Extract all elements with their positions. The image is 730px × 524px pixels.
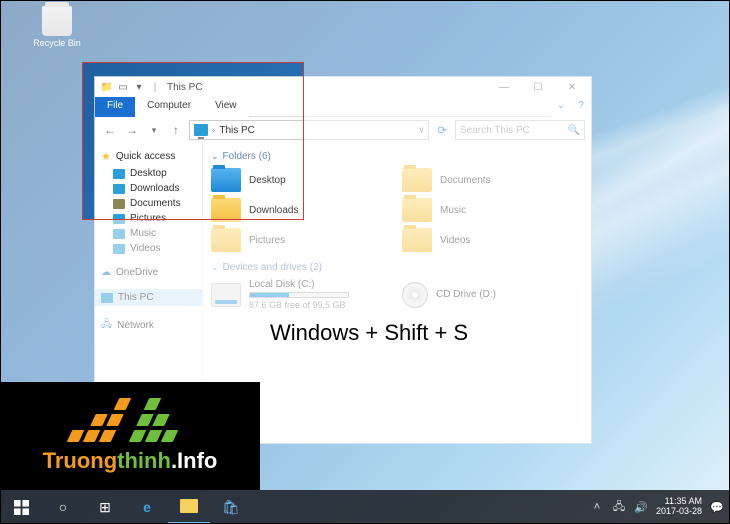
forward-button[interactable]: → xyxy=(123,121,141,139)
title-sep: | xyxy=(149,81,161,93)
drive-local-c[interactable]: Local Disk (C:) 87.6 GB free of 99.5 GB xyxy=(211,279,392,310)
sidebar-item-music[interactable]: Music xyxy=(95,226,202,241)
shortcut-caption: Windows + Shift + S xyxy=(270,320,468,346)
edge-button[interactable]: e xyxy=(126,490,168,524)
titlebar[interactable]: 📁 ▭ ▾ | This PC — ☐ ✕ xyxy=(95,77,591,97)
sidebar-thispc[interactable]: This PC xyxy=(95,289,202,306)
qat-dropdown-icon[interactable]: ▾ xyxy=(133,81,145,93)
watermark-logo: Truongthinh.Info xyxy=(0,382,260,490)
address-bar-row: ← → ▾ ↑ › This PC ˅ ⟳ Search This PC 🔍 xyxy=(95,117,591,143)
search-icon: 🔍 xyxy=(568,125,580,136)
network-icon: 🖧 xyxy=(101,317,112,334)
taskbar-clock[interactable]: 11:35 AM 2017-03-28 xyxy=(656,497,702,517)
start-button[interactable] xyxy=(0,490,42,524)
sidebar-network[interactable]: 🖧Network xyxy=(95,314,202,337)
address-dropdown-icon[interactable]: ˅ xyxy=(419,125,424,135)
desktop-icon xyxy=(113,169,125,179)
cd-icon xyxy=(402,282,428,308)
maximize-button[interactable]: ☐ xyxy=(521,77,555,97)
cloud-icon: ☁ xyxy=(101,267,111,278)
folder-documents[interactable]: Documents xyxy=(402,168,583,192)
pc-icon xyxy=(101,293,113,303)
folder-music[interactable]: Music xyxy=(402,198,583,222)
help-icon[interactable]: ? xyxy=(571,97,591,117)
folder-icon xyxy=(402,198,432,222)
pictures-icon xyxy=(113,214,125,224)
refresh-button[interactable]: ⟳ xyxy=(433,124,451,137)
star-icon: ★ xyxy=(101,150,111,163)
drive-icon xyxy=(211,283,241,307)
up-button[interactable]: ↑ xyxy=(167,121,185,139)
sidebar-item-pictures[interactable]: Pictures xyxy=(95,211,202,226)
ribbon-tabs: File Computer View ⌄ ? xyxy=(95,97,591,117)
tray-chevron-icon[interactable]: ˄ xyxy=(590,500,604,514)
tray-network-icon[interactable]: 🖧 xyxy=(612,500,626,514)
recycle-bin[interactable]: Recycle Bin xyxy=(32,6,82,48)
content-pane: ⌄ Folders (6) Desktop Documents Download… xyxy=(203,143,591,443)
folder-videos[interactable]: Videos xyxy=(402,228,583,252)
folder-icon xyxy=(211,228,241,252)
task-view-button[interactable]: ⊞ xyxy=(84,490,126,524)
system-tray: ˄ 🖧 🔊 11:35 AM 2017-03-28 💬 xyxy=(590,497,730,517)
sidebar-onedrive[interactable]: ☁OneDrive xyxy=(95,264,202,281)
tab-file[interactable]: File xyxy=(95,97,135,117)
sidebar-item-videos[interactable]: Videos xyxy=(95,241,202,256)
desktop: Recycle Bin 📁 ▭ ▾ | This PC — ☐ ✕ File C… xyxy=(0,0,730,524)
store-button[interactable]: 🛍 xyxy=(210,490,252,524)
chevron-down-icon: ⌄ xyxy=(211,262,219,273)
folder-icon xyxy=(211,198,241,222)
folder-icon xyxy=(180,499,198,513)
music-icon xyxy=(113,229,125,239)
window-title: This PC xyxy=(167,82,203,93)
videos-icon xyxy=(113,244,125,254)
back-button[interactable]: ← xyxy=(101,121,119,139)
address-text: This PC xyxy=(219,125,255,136)
downloads-icon xyxy=(113,184,125,194)
search-box[interactable]: Search This PC 🔍 xyxy=(455,120,585,140)
properties-icon[interactable]: ▭ xyxy=(117,81,129,93)
drives-section-header[interactable]: ⌄ Devices and drives (2) xyxy=(211,262,583,273)
drive-cd-d[interactable]: CD Drive (D:) xyxy=(402,279,583,310)
address-bar[interactable]: › This PC ˅ xyxy=(189,120,429,140)
history-dropdown[interactable]: ▾ xyxy=(145,121,163,139)
folder-downloads[interactable]: Downloads xyxy=(211,198,392,222)
recycle-bin-icon xyxy=(42,6,72,36)
folder-icon xyxy=(402,168,432,192)
recycle-bin-label: Recycle Bin xyxy=(32,38,82,48)
action-center-icon[interactable]: 💬 xyxy=(710,500,724,514)
documents-icon xyxy=(113,199,125,209)
logo-dots-green xyxy=(129,398,194,442)
logo-text: Truongthinh.Info xyxy=(43,448,218,474)
sidebar-item-documents[interactable]: Documents xyxy=(95,196,202,211)
tray-volume-icon[interactable]: 🔊 xyxy=(634,500,648,514)
tab-view[interactable]: View xyxy=(203,97,249,117)
sidebar-quick-access[interactable]: ★ Quick access xyxy=(95,147,202,166)
folder-icon xyxy=(211,168,241,192)
logo-dots-orange xyxy=(67,398,132,442)
close-button[interactable]: ✕ xyxy=(555,77,589,97)
folders-section-header[interactable]: ⌄ Folders (6) xyxy=(211,151,583,162)
ribbon-expand-icon[interactable]: ⌄ xyxy=(551,97,571,117)
folder-icon: 📁 xyxy=(101,81,113,93)
minimize-button[interactable]: — xyxy=(487,77,521,97)
folder-pictures[interactable]: Pictures xyxy=(211,228,392,252)
drive-space-bar xyxy=(249,292,349,298)
sidebar-item-downloads[interactable]: Downloads xyxy=(95,181,202,196)
folder-icon xyxy=(402,228,432,252)
explorer-button[interactable] xyxy=(168,490,210,524)
search-placeholder: Search This PC xyxy=(460,125,530,136)
chevron-down-icon: ⌄ xyxy=(211,151,219,162)
folder-desktop[interactable]: Desktop xyxy=(211,168,392,192)
thispc-icon xyxy=(194,124,208,136)
taskbar: ○ ⊞ e 🛍 ˄ 🖧 🔊 11:35 AM 2017-03-28 💬 xyxy=(0,490,730,524)
search-button[interactable]: ○ xyxy=(42,490,84,524)
sidebar-item-desktop[interactable]: Desktop xyxy=(95,166,202,181)
tab-computer[interactable]: Computer xyxy=(135,97,203,117)
